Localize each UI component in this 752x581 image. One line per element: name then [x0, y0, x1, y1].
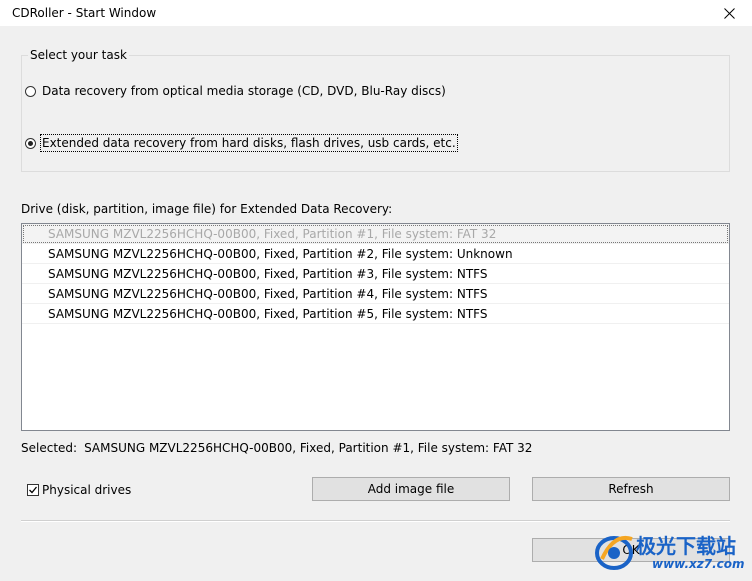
drive-list-item[interactable]: SAMSUNG MZVL2256HCHQ-00B00, Fixed, Parti…: [22, 264, 729, 284]
physical-drives-checkbox-row[interactable]: Physical drives: [27, 483, 131, 497]
drive-list-item[interactable]: SAMSUNG MZVL2256HCHQ-00B00, Fixed, Parti…: [22, 304, 729, 324]
physical-drives-checkbox[interactable]: [27, 484, 39, 496]
watermark: 极光下载站 www.xz7.com: [592, 527, 750, 579]
window-title: CDRoller - Start Window: [12, 6, 157, 20]
separator: [21, 520, 730, 522]
task-groupbox: [21, 55, 730, 172]
radio-optical-label: Data recovery from optical media storage…: [42, 84, 446, 98]
radio-extended-label: Extended data recovery from hard disks, …: [40, 134, 458, 152]
add-image-file-button[interactable]: Add image file: [312, 477, 510, 501]
checkmark-icon: [29, 486, 38, 494]
watermark-url: www.xz7.com: [652, 557, 745, 571]
close-button[interactable]: [706, 0, 752, 26]
selected-drive-info: Selected: SAMSUNG MZVL2256HCHQ-00B00, Fix…: [21, 441, 532, 455]
selected-value: SAMSUNG MZVL2256HCHQ-00B00, Fixed, Parti…: [84, 441, 533, 455]
drive-list-item[interactable]: SAMSUNG MZVL2256HCHQ-00B00, Fixed, Parti…: [22, 284, 729, 304]
radio-button-checked[interactable]: [25, 137, 36, 149]
radio-extended-recovery[interactable]: Extended data recovery from hard disks, …: [25, 134, 458, 152]
physical-drives-label: Physical drives: [42, 483, 132, 497]
selected-label: Selected:: [21, 441, 78, 455]
refresh-button[interactable]: Refresh: [532, 477, 730, 501]
title-bar: CDRoller - Start Window: [0, 0, 752, 26]
drive-list-item[interactable]: SAMSUNG MZVL2256HCHQ-00B00, Fixed, Parti…: [22, 224, 729, 244]
drive-list-label: Drive (disk, partition, image file) for …: [21, 202, 393, 216]
radio-button[interactable]: [25, 85, 36, 97]
radio-optical-recovery[interactable]: Data recovery from optical media storage…: [25, 84, 446, 98]
drive-list-item[interactable]: SAMSUNG MZVL2256HCHQ-00B00, Fixed, Parti…: [22, 244, 729, 264]
task-group-title: Select your task: [28, 48, 129, 62]
watermark-text: 极光下载站: [636, 534, 736, 558]
watermark-logo-icon: [595, 536, 633, 570]
drive-listbox[interactable]: SAMSUNG MZVL2256HCHQ-00B00, Fixed, Parti…: [21, 223, 730, 431]
close-icon: [723, 7, 735, 19]
